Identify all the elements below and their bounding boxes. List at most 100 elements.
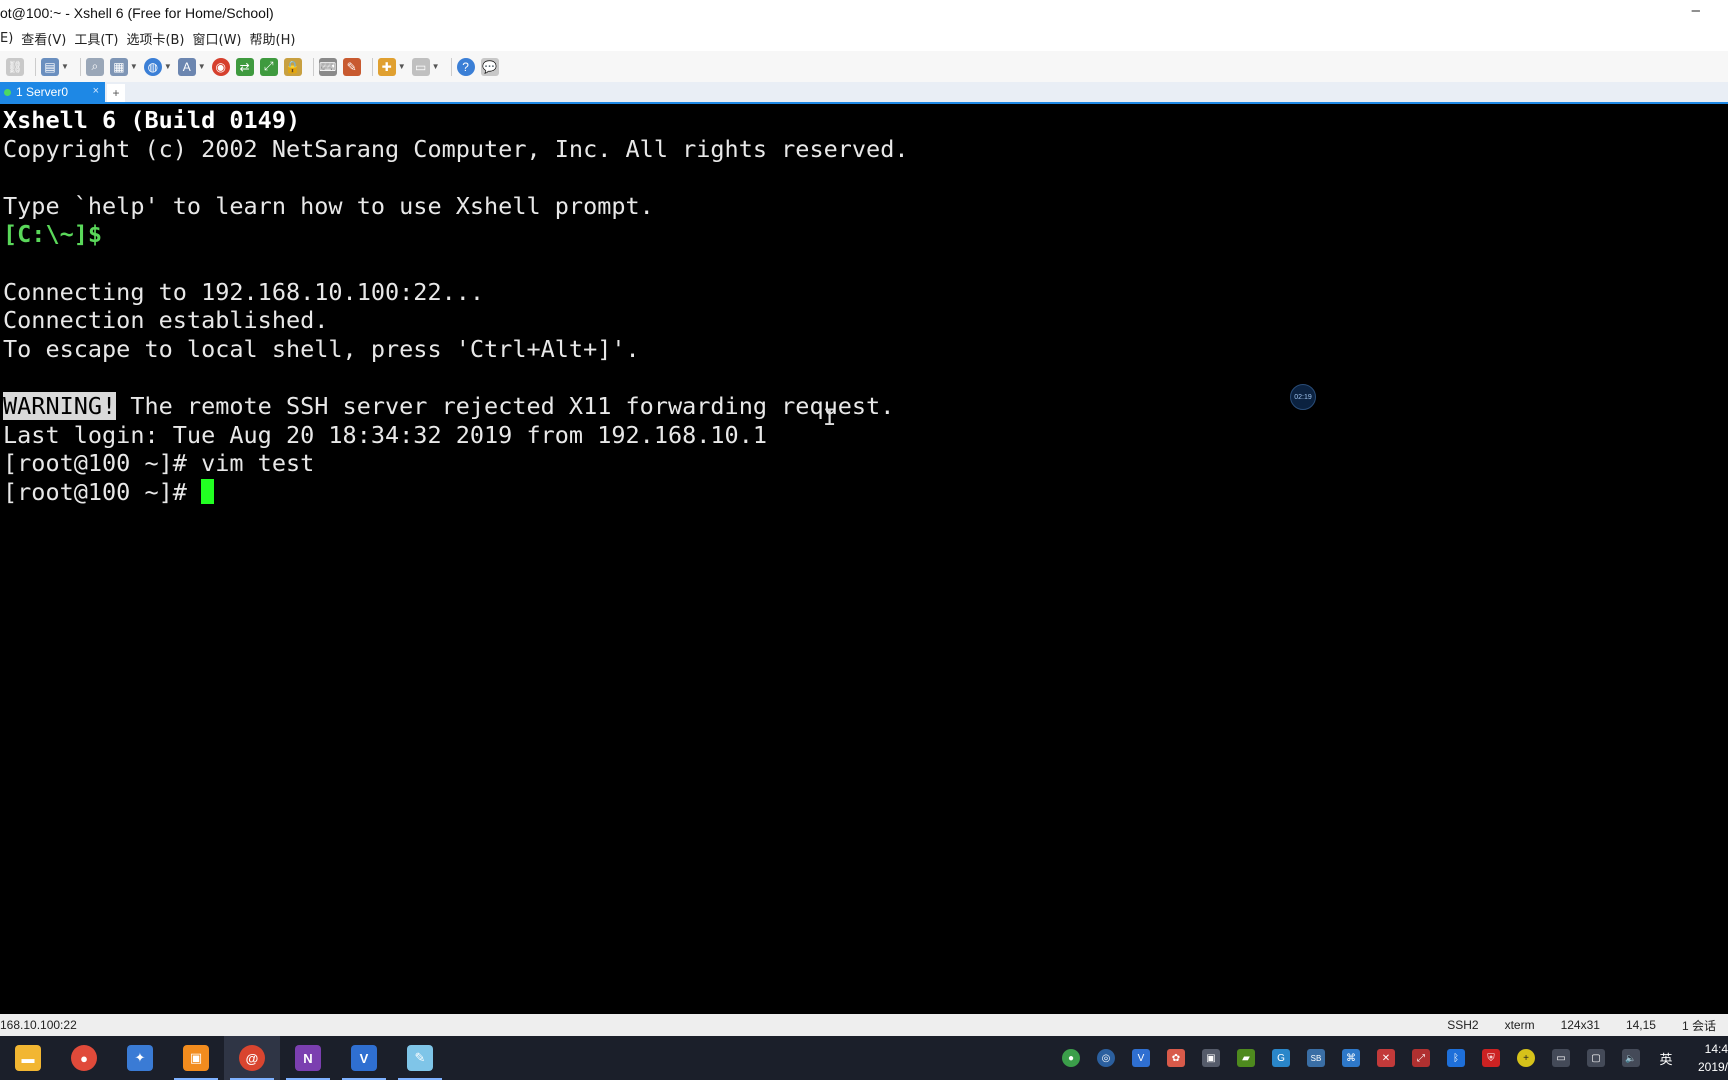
status-host: 168.10.100:22	[0, 1018, 77, 1032]
feishu-icon: ✦	[127, 1045, 153, 1071]
taskbar-terminal-app[interactable]: ▣	[168, 1036, 224, 1080]
visio-tray-icon[interactable]: V	[1132, 1049, 1150, 1067]
puzzle-tray-icon[interactable]: ✿	[1167, 1049, 1185, 1067]
warning-text: The remote SSH server rejected X11 forwa…	[116, 391, 895, 420]
menu-help[interactable]: 帮助(H)	[250, 29, 296, 48]
keyboard-icon[interactable]: ⌨	[318, 57, 337, 76]
layout-icon[interactable]: ▦	[109, 57, 128, 76]
status-sessions: 1 会话	[1681, 1018, 1716, 1033]
network-tray-icon[interactable]: ⌘	[1342, 1049, 1360, 1067]
status-size: 124x31	[1560, 1018, 1600, 1032]
capture-tray-icon[interactable]: ⤢	[1412, 1049, 1430, 1067]
status-right: SSH2 xterm 124x31 14,15 1 会话	[1447, 1014, 1728, 1036]
panel-icon[interactable]: ▭	[411, 57, 430, 76]
taskbar-onenote[interactable]: N	[280, 1036, 336, 1080]
chevron-down-icon[interactable]: ▼	[130, 62, 138, 71]
terminal-app-icon: ▣	[183, 1045, 209, 1071]
toolbar-separator	[312, 57, 314, 76]
status-term: xterm	[1504, 1018, 1535, 1032]
red-tray-icon[interactable]: ✕	[1377, 1049, 1395, 1067]
clock-date: 2019/	[1697, 1060, 1728, 1074]
timer-badge: 02:19	[1290, 384, 1316, 410]
nvidia-tray-icon[interactable]: ▰	[1237, 1049, 1255, 1067]
terminal-line: [root@100 ~]# vim test	[3, 449, 315, 478]
xshell-icon: @	[239, 1045, 265, 1071]
window-tray-icon[interactable]: ▣	[1202, 1049, 1220, 1067]
terminal-output[interactable]: Xshell 6 (Build 0149) Copyright (c) 2002…	[0, 104, 1728, 1014]
find-icon[interactable]: ⌕	[85, 57, 104, 76]
g-tray-icon[interactable]: G	[1272, 1049, 1290, 1067]
visio-icon: V	[351, 1045, 377, 1071]
ibeam-cursor-icon: I	[823, 406, 837, 431]
pen-icon[interactable]: ✎	[342, 57, 361, 76]
link-icon[interactable]: ⛓	[6, 57, 24, 76]
display-icon[interactable]: ▢	[1587, 1049, 1605, 1067]
warning-line: WARNING! The remote SSH server rejected …	[3, 391, 1728, 421]
chevron-down-icon[interactable]: ▼	[164, 62, 172, 71]
toolbar: ⛓ ▤ ▼ ⌕ ▦ ▼ ◍ ▼ A ▼ ◉ ⇄ ⤢ 🔒 ⌨ ✎ ✚ ▼ ▭ ▼ ? 💬	[0, 51, 1728, 82]
onenote-icon: N	[295, 1045, 321, 1071]
local-prompt: [C:\~]$	[3, 220, 103, 249]
ime-indicator[interactable]: 英	[1657, 1049, 1675, 1067]
help-icon[interactable]: ?	[456, 57, 475, 76]
new-tab-button[interactable]: +	[107, 84, 125, 102]
taskbar-chrome[interactable]: ●	[56, 1036, 112, 1080]
taskbar-visio[interactable]: V	[336, 1036, 392, 1080]
xshell-window: ot@100:~ - Xshell 6 (Free for Home/Schoo…	[0, 0, 1728, 1080]
chevron-down-icon[interactable]: ▼	[398, 62, 406, 71]
shell-prompt: [root@100 ~]#	[3, 477, 202, 506]
menu-tabs[interactable]: 选项卡(B)	[126, 29, 184, 48]
menu-window[interactable]: 窗口(W)	[193, 29, 242, 48]
toolbar-separator	[79, 57, 81, 76]
fullscreen-icon[interactable]: ⤢	[259, 57, 278, 76]
tab-server0[interactable]: 1 Server0 ×	[0, 82, 105, 102]
plus-tray-icon[interactable]: +	[1517, 1049, 1535, 1067]
status-protocol: SSH2	[1447, 1018, 1479, 1032]
status-bar: 168.10.100:22 SSH2 xterm 124x31 14,15 1 …	[0, 1014, 1728, 1036]
tab-close-icon[interactable]: ×	[93, 85, 99, 97]
clock-time: 14:4	[1704, 1042, 1728, 1056]
chat-icon[interactable]: 💬	[480, 57, 499, 76]
taskbar-notepad[interactable]: ✎	[392, 1036, 448, 1080]
sb-tray-icon[interactable]: SB	[1307, 1049, 1325, 1067]
toolbar-separator	[35, 57, 36, 76]
minimize-button[interactable]: –	[1692, 2, 1700, 19]
toolbar-separator	[371, 57, 373, 76]
globe-icon[interactable]: ◍	[143, 57, 162, 76]
new-session-icon[interactable]: ▤	[41, 57, 59, 76]
menu-edit[interactable]: E)	[0, 31, 13, 46]
chevron-down-icon[interactable]: ▼	[61, 62, 69, 71]
location-tray-icon[interactable]: ●	[1062, 1049, 1080, 1067]
taskbar-feishu[interactable]: ✦	[112, 1036, 168, 1080]
chevron-down-icon[interactable]: ▼	[198, 62, 206, 71]
terminal-line: Connecting to 192.168.10.100:22...	[3, 277, 485, 306]
sync-tray-icon[interactable]: ◎	[1097, 1049, 1115, 1067]
lock-icon[interactable]: 🔒	[283, 57, 302, 76]
terminal-line: To escape to local shell, press 'Ctrl+Al…	[3, 334, 640, 363]
add-folder-icon[interactable]: ✚	[377, 57, 396, 76]
chevron-down-icon[interactable]: ▼	[432, 62, 440, 71]
title-bar: ot@100:~ - Xshell 6 (Free for Home/Schoo…	[0, 0, 1728, 25]
taskbar-file-explorer[interactable]: ▬	[0, 1036, 56, 1080]
current-prompt-line: [root@100 ~]#	[3, 478, 1728, 507]
menu-tools[interactable]: 工具(T)	[74, 29, 118, 48]
terminal-line: Xshell 6 (Build 0149)	[3, 106, 301, 134]
text-cursor	[201, 478, 215, 504]
battery-icon[interactable]: ▭	[1552, 1049, 1570, 1067]
system-tray: ● ◎ V ✿ ▣ ▰ G SB ⌘ ✕ ⤢ ᛒ ⛨ + ▭ ▢ 🔈 英 14:…	[1062, 1036, 1728, 1080]
taskbar: ▬ ● ✦ ▣ @ N V ✎ ● ◎ V ✿ ▣ ▰ G SB ⌘ ✕ ⤢ ᛒ…	[0, 1036, 1728, 1080]
volume-icon[interactable]: 🔈	[1622, 1049, 1640, 1067]
menu-view[interactable]: 查看(V)	[21, 29, 66, 48]
clock[interactable]: 14:4 2019/	[1692, 1040, 1728, 1076]
bluetooth-icon[interactable]: ᛒ	[1447, 1049, 1465, 1067]
window-title: ot@100:~ - Xshell 6 (Free for Home/Schoo…	[0, 4, 274, 21]
terminal-line: Copyright (c) 2002 NetSarang Computer, I…	[3, 134, 909, 163]
transfer-icon[interactable]: ⇄	[235, 57, 254, 76]
xftp-icon[interactable]: ◉	[211, 57, 230, 76]
shield-icon[interactable]: ⛨	[1482, 1049, 1500, 1067]
taskbar-xshell[interactable]: @	[224, 1036, 280, 1080]
font-icon[interactable]: A	[177, 57, 196, 76]
